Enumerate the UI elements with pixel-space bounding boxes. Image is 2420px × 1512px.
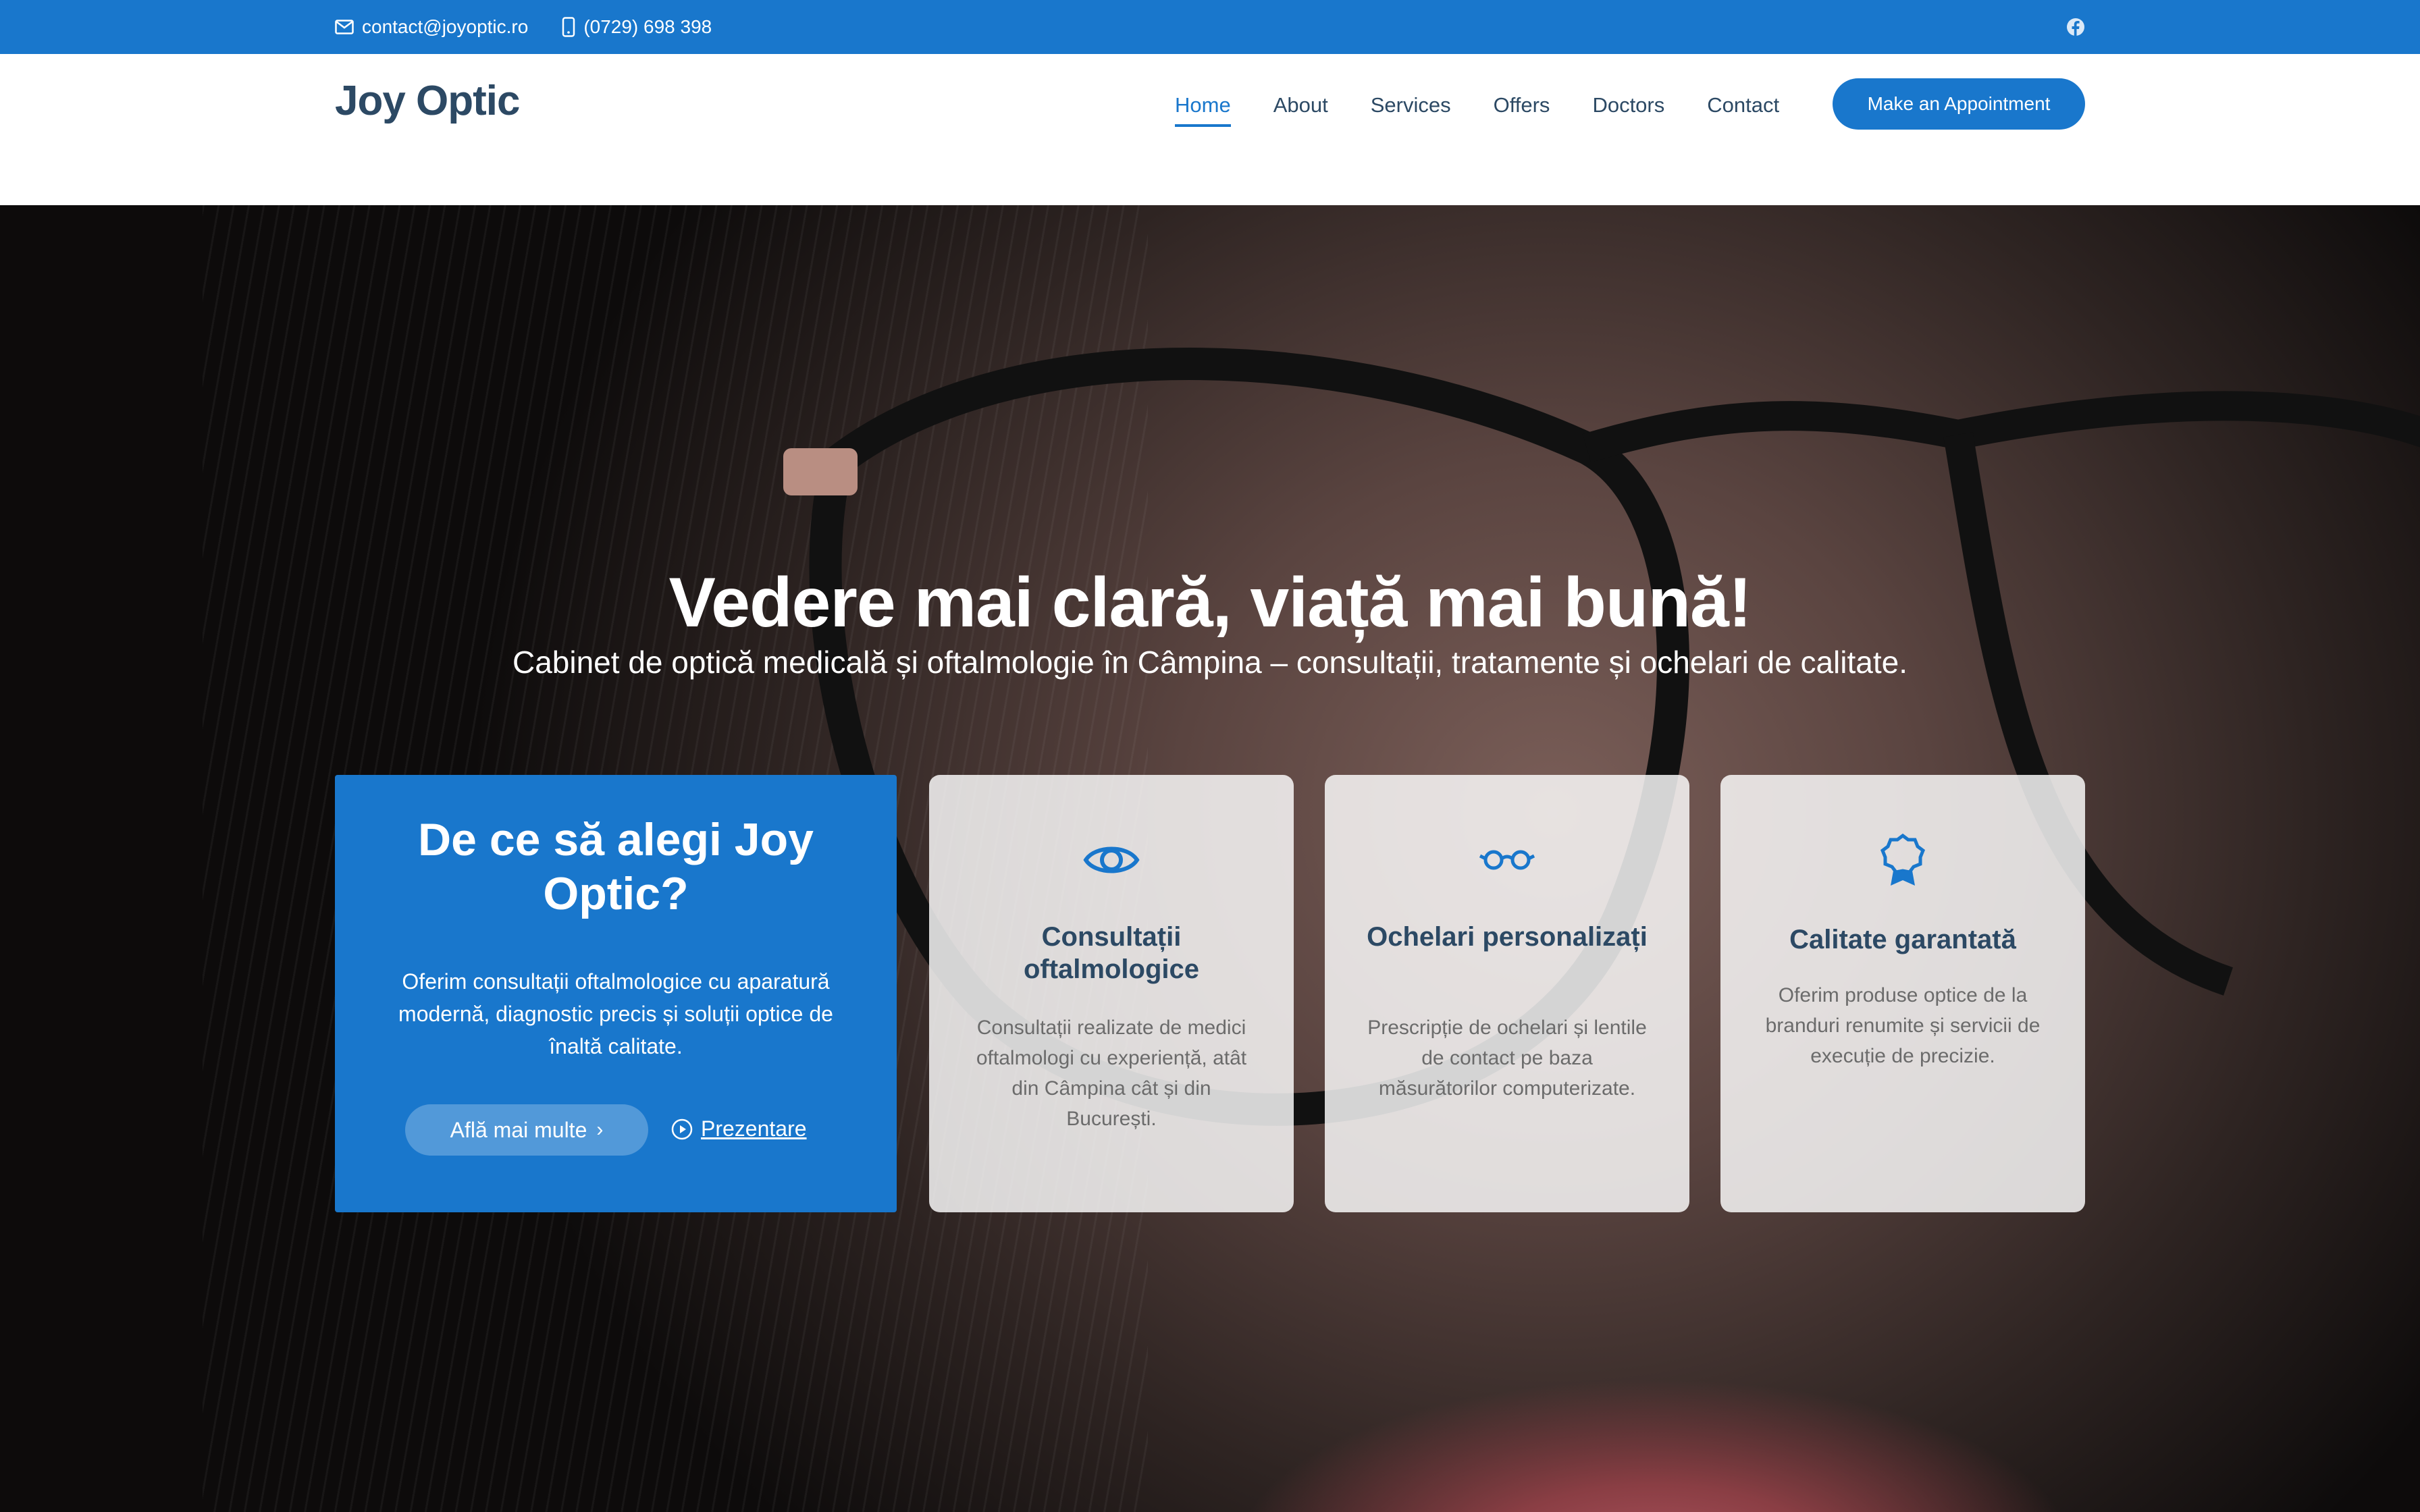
nav-home[interactable]: Home xyxy=(1175,88,1231,127)
hero-subtitle: Cabinet de optică medicală și oftalmolog… xyxy=(512,645,1908,680)
site-logo[interactable]: Joy Optic xyxy=(335,77,521,125)
nav-doctors[interactable]: Doctors xyxy=(1592,88,1664,123)
why-text: Oferim consultații oftalmologice cu apar… xyxy=(398,969,833,1058)
nav-about[interactable]: About xyxy=(1273,88,1328,123)
feature-card-quality: Calitate garantată Oferim produse optice… xyxy=(1720,775,2085,1212)
learn-more-button[interactable]: Află mai multe › xyxy=(405,1104,648,1156)
feature-card-consultations: Consultații oftalmologice Consultații re… xyxy=(929,775,1294,1212)
card-icon-wrap xyxy=(1325,832,1689,888)
award-icon xyxy=(1880,833,1926,886)
contact-email[interactable]: contact@joyoptic.ro xyxy=(335,16,528,38)
phone-icon xyxy=(562,17,575,37)
learn-more-label: Află mai multe xyxy=(450,1117,587,1142)
hero-section: Vedere mai clară, viață mai bună! Cabine… xyxy=(0,205,2420,1512)
card-text: Oferim produse optice de la branduri ren… xyxy=(1765,984,2041,1067)
card-title: Calitate garantată xyxy=(1789,925,2016,954)
envelope-icon xyxy=(335,20,354,34)
contact-phone-text: (0729) 698 398 xyxy=(583,16,712,37)
card-title: Consultații oftalmologice xyxy=(1023,922,1200,984)
nav-services[interactable]: Services xyxy=(1371,88,1451,123)
card-title: Ochelari personalizați xyxy=(1367,922,1648,952)
nav-contact[interactable]: Contact xyxy=(1707,88,1779,123)
chevron-right-icon: › xyxy=(596,1118,604,1141)
hero-title: Vedere mai clară, viață mai bună! xyxy=(668,564,1752,642)
card-text: Consultații realizate de medici oftalmol… xyxy=(976,1017,1247,1130)
play-circle-icon xyxy=(671,1118,693,1139)
contact-phone[interactable]: (0729) 698 398 xyxy=(562,16,712,38)
presentation-label: Prezentare xyxy=(701,1116,807,1141)
top-bar-inner: contact@joyoptic.ro (0729) 698 398 xyxy=(335,0,2085,54)
facebook-icon[interactable] xyxy=(2066,18,2085,36)
card-icon-wrap xyxy=(929,832,1294,888)
main-nav: Home About Services Offers Doctors Conta… xyxy=(1175,78,1822,132)
presentation-video-link[interactable]: Prezentare xyxy=(671,1116,807,1141)
nav-offers[interactable]: Offers xyxy=(1494,88,1550,123)
eye-icon xyxy=(1083,846,1140,873)
site-header: Joy Optic Home About Services Offers Doc… xyxy=(0,54,2420,205)
feature-card-glasses: Ochelari personalizați Prescripție de oc… xyxy=(1325,775,1689,1212)
make-appointment-button[interactable]: Make an Appointment xyxy=(1833,78,2085,130)
top-bar: contact@joyoptic.ro (0729) 698 398 xyxy=(0,0,2420,54)
glasses-icon xyxy=(1479,850,1535,870)
why-choose-box: De ce să alegi Joy Optic? Oferim consult… xyxy=(335,775,897,1212)
why-title: De ce să alegi Joy Optic? xyxy=(418,814,814,919)
card-icon-wrap xyxy=(1720,832,2085,888)
card-text: Prescripție de ochelari și lentile de co… xyxy=(1367,1017,1647,1100)
contact-email-text: contact@joyoptic.ro xyxy=(362,16,529,37)
